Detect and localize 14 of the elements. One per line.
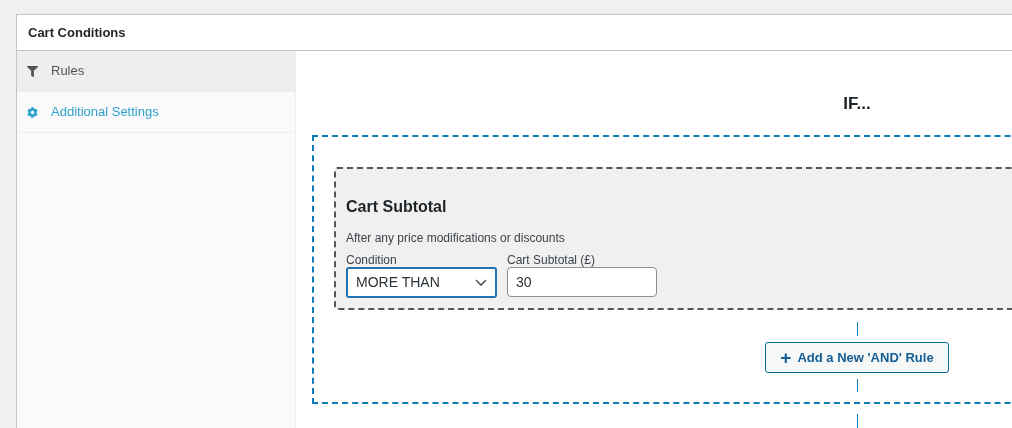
add-rule-button[interactable]: + Add a New 'AND' Rule [765,342,949,373]
settings-icon [27,106,38,118]
rule-title: Cart Subtotal [346,197,448,217]
condition-select[interactable]: MORE THAN [346,267,497,298]
chevron-down-icon [475,278,487,287]
panel-title: Cart Conditions [28,23,126,42]
if-heading: IF... [843,93,871,115]
field-label: Cart Subtotal (£) [507,253,597,267]
subtotal-input[interactable]: 30 [507,267,657,297]
rule-description: After any price modifications or discounts [346,230,566,247]
field-label: Condition [346,253,398,267]
sidebar-item[interactable]: Rules [17,51,295,92]
plus-icon: + [780,348,792,367]
filter-icon [27,65,38,77]
